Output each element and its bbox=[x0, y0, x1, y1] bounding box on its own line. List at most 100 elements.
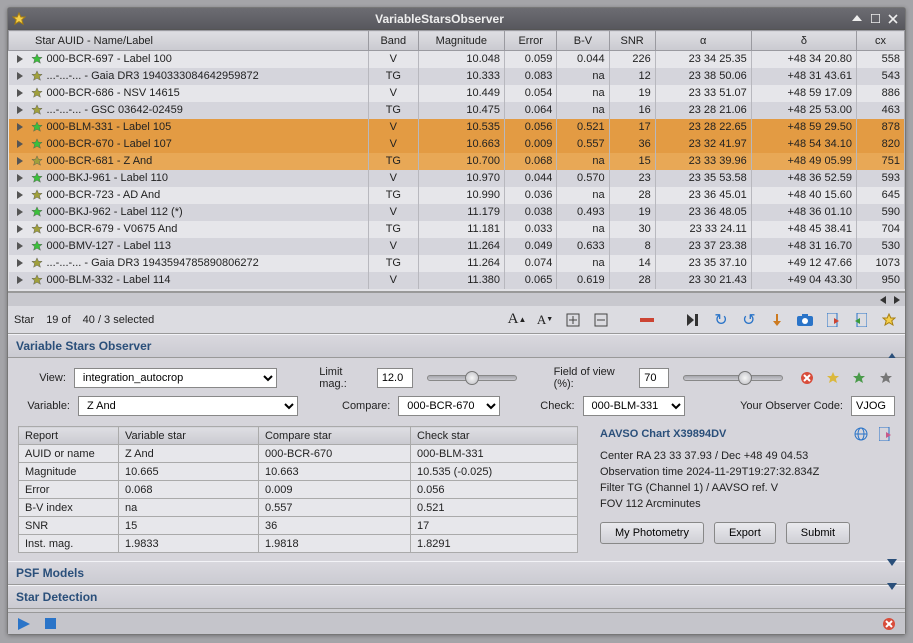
limit-mag-slider[interactable] bbox=[427, 375, 517, 381]
table-row[interactable]: 000-BCR-723 - AD AndTG10.9900.036na2823 … bbox=[9, 187, 905, 204]
table-row[interactable]: ...-...-... - Gaia DR3 19403330846429598… bbox=[9, 68, 905, 85]
col-header[interactable]: Band bbox=[369, 31, 419, 51]
disclosure-icon[interactable] bbox=[17, 259, 23, 267]
col-header[interactable]: Star AUID - Name/Label bbox=[9, 31, 369, 51]
col-header[interactable]: Magnitude bbox=[418, 31, 504, 51]
font-decrease-icon[interactable]: A▼ bbox=[535, 310, 555, 330]
star-add-icon[interactable] bbox=[879, 310, 899, 330]
download-icon[interactable] bbox=[767, 310, 787, 330]
col-header[interactable]: B-V bbox=[557, 31, 609, 51]
disclosure-icon[interactable] bbox=[17, 174, 23, 182]
star-green-icon[interactable] bbox=[850, 368, 868, 388]
disclosure-icon[interactable] bbox=[17, 242, 23, 250]
status-row: Star 19 of 40 / 3 selected A▲ A▼ ↻ ↺ bbox=[8, 306, 905, 334]
disclosure-icon[interactable] bbox=[17, 123, 23, 131]
compare-select[interactable]: 000-BCR-670 bbox=[398, 396, 500, 416]
table-row[interactable]: 000-BCR-679 - V0675 AndTG11.1810.033na30… bbox=[9, 221, 905, 238]
fov-input[interactable] bbox=[639, 368, 669, 388]
section3-expand-icon[interactable] bbox=[887, 590, 897, 604]
star-gray-icon[interactable] bbox=[877, 368, 895, 388]
h-scrollbar[interactable] bbox=[8, 292, 905, 306]
col-header[interactable]: α bbox=[655, 31, 751, 51]
col-header[interactable]: SNR bbox=[609, 31, 655, 51]
col-header[interactable]: cx bbox=[857, 31, 905, 51]
submit-button[interactable]: Submit bbox=[786, 522, 850, 544]
disclosure-icon[interactable] bbox=[17, 225, 23, 233]
disclosure-icon[interactable] bbox=[17, 191, 23, 199]
stop-icon[interactable] bbox=[40, 614, 60, 634]
doc-out-icon[interactable] bbox=[823, 310, 843, 330]
scroll-right-icon[interactable] bbox=[891, 295, 901, 305]
star-table[interactable]: Star AUID - Name/LabelBandMagnitudeError… bbox=[8, 30, 905, 289]
variable-select[interactable]: Z And bbox=[78, 396, 298, 416]
disclosure-icon[interactable] bbox=[17, 157, 23, 165]
my-photometry-button[interactable]: My Photometry bbox=[600, 522, 704, 544]
info-block: AAVSO Chart X39894DV Center RA 23 33 37.… bbox=[600, 424, 895, 544]
clear-icon[interactable] bbox=[797, 368, 815, 388]
disclosure-icon[interactable] bbox=[17, 208, 23, 216]
table-row[interactable]: 000-BCR-681 - Z AndTG10.7000.068na1523 3… bbox=[9, 153, 905, 170]
maximize-button[interactable] bbox=[867, 12, 883, 26]
remove-icon[interactable] bbox=[637, 310, 657, 330]
table-row[interactable]: 000-BLM-332 - Label 114V11.3800.0650.619… bbox=[9, 272, 905, 289]
close-button[interactable] bbox=[885, 12, 901, 26]
fov-slider[interactable] bbox=[683, 375, 783, 381]
section-variable-stars-observer[interactable]: Variable Stars Observer bbox=[8, 334, 905, 358]
scroll-left-icon[interactable] bbox=[879, 295, 889, 305]
col-header[interactable]: δ bbox=[751, 31, 856, 51]
limit-mag-input[interactable] bbox=[377, 368, 413, 388]
section-psf-models[interactable]: PSF Models bbox=[8, 561, 905, 585]
globe-icon[interactable] bbox=[851, 424, 871, 444]
check-select[interactable]: 000-BLM-331 bbox=[583, 396, 685, 416]
table-row[interactable]: 000-BKJ-961 - Label 110V10.9700.0440.570… bbox=[9, 170, 905, 187]
disclosure-icon[interactable] bbox=[17, 55, 23, 63]
status-total: 40 / 3 selected bbox=[83, 314, 155, 326]
disclosure-icon[interactable] bbox=[17, 140, 23, 148]
open-external-icon[interactable] bbox=[875, 424, 895, 444]
view-select[interactable]: integration_autocrop bbox=[74, 368, 278, 388]
table-row[interactable]: 000-BCR-670 - Label 107V10.6630.0090.557… bbox=[9, 136, 905, 153]
export-button[interactable]: Export bbox=[714, 522, 776, 544]
table-row[interactable]: 000-BKJ-962 - Label 112 (*)V11.1790.0380… bbox=[9, 204, 905, 221]
run-icon[interactable] bbox=[14, 614, 34, 634]
report-col-header: Compare star bbox=[258, 427, 410, 445]
table-row[interactable]: 000-BCR-697 - Label 100V10.0480.0590.044… bbox=[9, 51, 905, 68]
table-row[interactable]: 000-BLM-331 - Label 105V10.5350.0560.521… bbox=[9, 119, 905, 136]
disclosure-icon[interactable] bbox=[17, 89, 23, 97]
table-row[interactable]: ...-...-... - Gaia DR3 19435947858908062… bbox=[9, 255, 905, 272]
table-row[interactable]: ...-...-... - GSC 03642-02459TG10.4750.0… bbox=[9, 102, 905, 119]
limit-mag-label: Limit mag.: bbox=[319, 366, 369, 390]
star-name: ...-...-... - Gaia DR3 19403330846429598… bbox=[47, 70, 259, 82]
disclosure-icon[interactable] bbox=[17, 106, 23, 114]
footer-clear-icon[interactable] bbox=[879, 614, 899, 634]
section2-expand-icon[interactable] bbox=[887, 566, 897, 580]
font-increase-icon[interactable]: A▲ bbox=[507, 310, 527, 330]
col-header[interactable]: Error bbox=[505, 31, 557, 51]
section1-collapse-icon[interactable] bbox=[887, 339, 897, 353]
disclosure-icon[interactable] bbox=[17, 276, 23, 284]
view-label: View: bbox=[18, 372, 66, 384]
expand-icon[interactable] bbox=[563, 310, 583, 330]
report-col-header: Variable star bbox=[119, 427, 259, 445]
obscode-input[interactable] bbox=[851, 396, 895, 416]
shade-button[interactable] bbox=[849, 12, 865, 26]
star-name: 000-BCR-679 - V0675 And bbox=[47, 223, 178, 235]
obscode-label: Your Observer Code: bbox=[740, 400, 843, 412]
camera-icon[interactable] bbox=[795, 310, 815, 330]
titlebar[interactable]: VariableStarsObserver bbox=[8, 8, 905, 30]
collapse-icon[interactable] bbox=[591, 310, 611, 330]
redo-icon[interactable]: ↻ bbox=[711, 310, 731, 330]
app-icon bbox=[12, 12, 26, 26]
disclosure-icon[interactable] bbox=[17, 72, 23, 80]
star-name: 000-BCR-681 - Z And bbox=[47, 155, 153, 167]
variable-label: Variable: bbox=[18, 400, 70, 412]
undo-icon[interactable]: ↺ bbox=[739, 310, 759, 330]
table-row[interactable]: 000-BMV-127 - Label 113V11.2640.0490.633… bbox=[9, 238, 905, 255]
star-yellow-icon[interactable] bbox=[824, 368, 842, 388]
star-name: 000-BCR-670 - Label 107 bbox=[47, 138, 172, 150]
skip-icon[interactable] bbox=[683, 310, 703, 330]
doc-in-icon[interactable] bbox=[851, 310, 871, 330]
section3-title: Star Detection bbox=[16, 590, 97, 604]
table-row[interactable]: 000-BCR-686 - NSV 14615V10.4490.054na192… bbox=[9, 85, 905, 102]
section-star-detection[interactable]: Star Detection bbox=[8, 585, 905, 609]
